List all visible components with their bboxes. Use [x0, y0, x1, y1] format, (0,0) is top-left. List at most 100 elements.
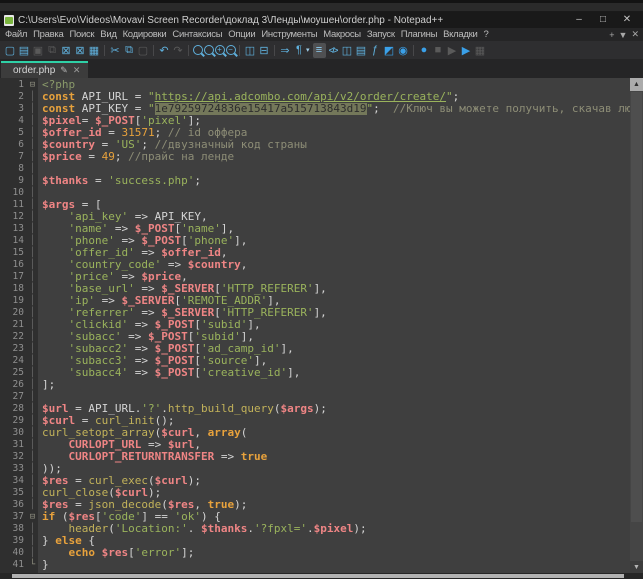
code-text[interactable]: }	[38, 559, 49, 571]
document-list-icon[interactable]: ▤	[355, 43, 368, 58]
code-text[interactable]: ];	[38, 379, 55, 391]
code-text[interactable]: $res = json_decode($res, true);	[38, 499, 247, 511]
code-text[interactable]: $res = curl_exec($curl);	[38, 475, 201, 487]
code-text[interactable]: curl_close($curl);	[38, 487, 161, 499]
word-wrap-icon[interactable]: ⇒	[279, 43, 292, 58]
code-text[interactable]: 'ip' => $_SERVER['REMOTE_ADDR'],	[38, 295, 280, 307]
macro-run-multiple-icon[interactable]: ▶	[460, 43, 473, 58]
function-panel-icon[interactable]: ƒ	[369, 43, 382, 58]
code-text[interactable]: 'api_key' => API_KEY,	[38, 211, 208, 223]
menu-item-Файл[interactable]: Файл	[2, 29, 30, 40]
code-text[interactable]: } else {	[38, 535, 95, 547]
scroll-up-arrow-icon[interactable]: ▲	[630, 78, 643, 91]
code-text[interactable]: 'offer_id' => $offer_id,	[38, 247, 227, 259]
code-text[interactable]: $price = 49; //прайс на ленде	[38, 151, 234, 163]
code-text[interactable]: 'clickid' => $_POST['subid'],	[38, 319, 261, 331]
menu-item-Запуск[interactable]: Запуск	[364, 29, 398, 40]
menu-item-Правка[interactable]: Правка	[30, 29, 66, 40]
save-all-icon[interactable]: ⧉	[46, 43, 59, 58]
code-text[interactable]: 'subacc2' => $_POST['ad_camp_id'],	[38, 343, 294, 355]
fold-collapse-icon[interactable]: ⊟	[27, 511, 38, 523]
code-text[interactable]: $url = API_URL.'?'.http_build_query($arg…	[38, 403, 327, 415]
indent-guide-icon[interactable]: ≡	[313, 43, 326, 58]
maximize-button[interactable]: □	[591, 12, 615, 28]
close-all-icon[interactable]: ⊠	[74, 43, 87, 58]
code-text[interactable]: const API_KEY = "1e79259724836e15417a515…	[38, 103, 630, 115]
menu-item-Инструменты[interactable]: Инструменты	[258, 29, 320, 40]
cut-icon[interactable]: ✂	[109, 43, 122, 58]
menu-item-Макросы[interactable]: Макросы	[320, 29, 364, 40]
close-file-icon[interactable]: ⊠	[60, 43, 73, 58]
code-text[interactable]: <?php	[38, 79, 75, 91]
menu-item-Опции[interactable]: Опции	[225, 29, 258, 40]
menu-item-help[interactable]: ?	[480, 29, 491, 40]
macro-play-icon[interactable]: ▶	[446, 43, 459, 58]
close-button[interactable]: ✕	[615, 12, 639, 28]
code-text[interactable]: $curl = curl_init();	[38, 415, 174, 427]
monitoring-icon[interactable]: ◉	[397, 43, 410, 58]
paste-icon[interactable]: ▢	[137, 43, 150, 58]
code-text[interactable]: header('Location:'. $thanks.'?fpxl='.$pi…	[38, 523, 367, 535]
menu-item-Синтаксисы[interactable]: Синтаксисы	[169, 29, 225, 40]
print-icon[interactable]: ▦	[88, 43, 101, 58]
tab-order-php[interactable]: order.php ✎ ✕	[1, 61, 88, 78]
editor-area[interactable]: 1⊟<?php2│const API_URL = "https://api.ad…	[0, 78, 643, 573]
new-file-icon[interactable]: ▢	[4, 43, 17, 58]
menu-item-Вид[interactable]: Вид	[97, 29, 119, 40]
redo-icon[interactable]: ↷	[172, 43, 185, 58]
menubar-close-icon[interactable]: ✕	[631, 29, 639, 40]
code-text[interactable]: $args = [	[38, 199, 102, 211]
zoom-out-icon[interactable]: −	[226, 45, 236, 55]
code-text[interactable]: 'phone' => $_POST['phone'],	[38, 235, 247, 247]
code-text[interactable]: $pixel= $_POST['pixel'];	[38, 115, 201, 127]
code-text[interactable]: echo $res['error'];	[38, 547, 194, 559]
code-text[interactable]: 'referrer' => $_SERVER['HTTP_REFERER'],	[38, 307, 327, 319]
menubar-dropdown-icon[interactable]: ▼	[619, 30, 628, 40]
horizontal-scrollbar[interactable]	[0, 573, 643, 579]
code-text[interactable]: 'base_url' => $_SERVER['HTTP_REFERER'],	[38, 283, 327, 295]
undo-icon[interactable]: ↶	[158, 43, 171, 58]
code-text[interactable]: ));	[38, 463, 62, 475]
code-text[interactable]: CURLOPT_RETURNTRANSFER => true	[38, 451, 267, 463]
code-text[interactable]	[38, 391, 42, 403]
folder-workspace-icon[interactable]: ◩	[383, 43, 396, 58]
code-text[interactable]: $offer_id = 31571; // id оффера	[38, 127, 247, 139]
sync-vertical-scroll-icon[interactable]: ◫	[244, 43, 257, 58]
code-text[interactable]: if ($res['code'] == 'ok') {	[38, 511, 221, 523]
code-text[interactable]: $country = 'US'; //двузначный код страны	[38, 139, 307, 151]
code-text[interactable]: curl_setopt_array($curl, array(	[38, 427, 247, 439]
fold-collapse-icon[interactable]: ⊟	[27, 79, 38, 91]
scroll-down-arrow-icon[interactable]: ▼	[630, 561, 643, 573]
code-text[interactable]: 'subacc' => $_POST['subid'],	[38, 331, 254, 343]
menubar-plus-icon[interactable]: +	[609, 30, 614, 40]
minimize-button[interactable]: –	[567, 12, 591, 28]
vertical-scrollbar[interactable]: ▲ ▼	[630, 78, 643, 573]
horizontal-scrollbar-thumb[interactable]	[12, 574, 624, 578]
show-all-characters-icon[interactable]: ¶	[293, 43, 306, 58]
open-file-icon[interactable]: ▤	[18, 43, 31, 58]
menu-item-Вкладки[interactable]: Вкладки	[440, 29, 480, 40]
tab-close-icon[interactable]: ✕	[73, 65, 81, 76]
code-text[interactable]: $thanks = 'success.php';	[38, 175, 201, 187]
code-text[interactable]: 'subacc4' => $_POST['creative_id'],	[38, 367, 300, 379]
code-text[interactable]: const API_URL = "https://api.adcombo.com…	[38, 91, 459, 103]
zoom-in-icon[interactable]: +	[215, 45, 225, 55]
function-list-icon[interactable]: </>	[327, 43, 340, 58]
code-text[interactable]: 'subacc3' => $_POST['source'],	[38, 355, 267, 367]
save-icon[interactable]: ▣	[32, 43, 45, 58]
sync-horizontal-scroll-icon[interactable]: ⊟	[258, 43, 271, 58]
code-text[interactable]: 'country_code' => $country,	[38, 259, 247, 271]
code-text[interactable]	[38, 163, 42, 175]
macro-save-icon[interactable]: ▦	[474, 43, 487, 58]
menu-item-Плагины[interactable]: Плагины	[398, 29, 440, 40]
macro-stop-icon[interactable]: ■	[432, 43, 445, 58]
code-text[interactable]: 'price' => $price,	[38, 271, 188, 283]
document-map-icon[interactable]: ◫	[341, 43, 354, 58]
code-text[interactable]: 'name' => $_POST['name'],	[38, 223, 234, 235]
vertical-scrollbar-thumb[interactable]	[631, 92, 642, 522]
macro-record-icon[interactable]: ●	[418, 43, 431, 58]
menu-item-Кодировки[interactable]: Кодировки	[120, 29, 170, 40]
menu-item-Поиск[interactable]: Поиск	[66, 29, 97, 40]
code-text[interactable]: CURLOPT_URL => $url,	[38, 439, 201, 451]
show-all-chars-dropdown-icon[interactable]: ▾	[306, 46, 312, 54]
